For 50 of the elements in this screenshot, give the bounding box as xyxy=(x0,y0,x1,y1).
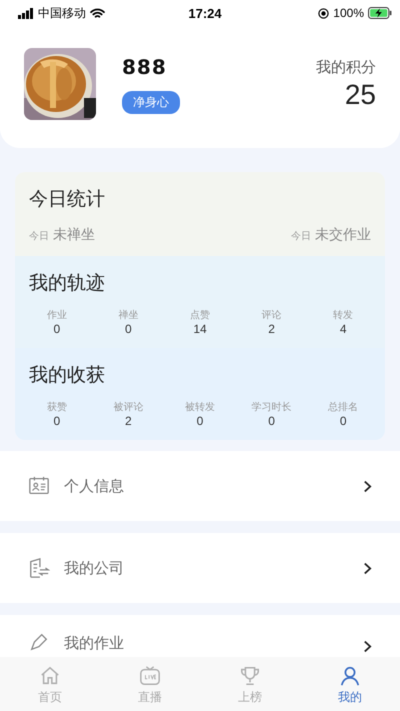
stat-label: 总排名 xyxy=(328,400,358,414)
section-title: 我的轨迹 xyxy=(29,271,106,296)
stat-label: 学习时长 xyxy=(252,400,292,414)
status-prefix: 今日 xyxy=(291,230,311,243)
chevron-right-icon xyxy=(363,480,372,492)
stat-value: 0 xyxy=(340,414,347,428)
stat-value: 0 xyxy=(196,414,204,428)
menu-item[interactable]: 我的作业 xyxy=(0,615,400,657)
status-value: 未禅坐 xyxy=(53,226,95,244)
stat-value: 14 xyxy=(193,322,207,336)
stat-value: 0 xyxy=(125,322,132,336)
person-icon xyxy=(339,665,361,687)
trophy-icon xyxy=(239,665,261,687)
building-icon xyxy=(28,557,50,579)
stat-label: 评论 xyxy=(262,309,282,322)
tv-icon xyxy=(139,665,161,687)
stat-label: 作业 xyxy=(46,308,67,322)
battery-charging-icon xyxy=(368,7,392,19)
stat-value: 4 xyxy=(340,322,347,336)
stat-label: 点赞 xyxy=(190,308,210,322)
section-title: 今日统计 xyxy=(29,187,106,212)
stat-label: 转发 xyxy=(333,309,354,322)
clock: 17:24 xyxy=(188,6,222,20)
stat-value: 2 xyxy=(268,322,275,336)
stat-value: 0 xyxy=(268,414,275,428)
stat-label: 被评论 xyxy=(113,400,144,414)
menu-item[interactable]: 个人信息 xyxy=(0,451,400,521)
stat-value: 0 xyxy=(53,322,60,336)
carrier-name: 中国移动 xyxy=(38,4,86,22)
signal-icon xyxy=(18,8,34,18)
stat-value: 0 xyxy=(53,414,60,428)
menu-item[interactable]: 我的公司 xyxy=(0,533,400,603)
points-label: 我的积分 xyxy=(316,58,376,76)
user-name: 888 xyxy=(122,54,167,78)
stat-label: 被转发 xyxy=(184,400,215,414)
section-title: 我的收获 xyxy=(29,363,106,388)
stat-label: 禅坐 xyxy=(118,308,138,322)
status-value: 未交作业 xyxy=(315,226,371,244)
battery-percent: 100% xyxy=(333,6,364,20)
tab-item[interactable]: 我的 xyxy=(300,657,400,711)
stat-label: 获赞 xyxy=(46,400,67,414)
wifi-icon xyxy=(90,8,105,18)
id-card-icon xyxy=(28,475,50,497)
status-prefix: 今日 xyxy=(29,230,49,243)
points-value: 25 xyxy=(344,78,376,110)
stat-value: 2 xyxy=(125,414,132,428)
rotation-lock-icon xyxy=(318,8,330,18)
user-tag: 净身心 xyxy=(122,90,180,114)
home-icon xyxy=(39,665,61,687)
chevron-right-icon xyxy=(363,562,372,574)
